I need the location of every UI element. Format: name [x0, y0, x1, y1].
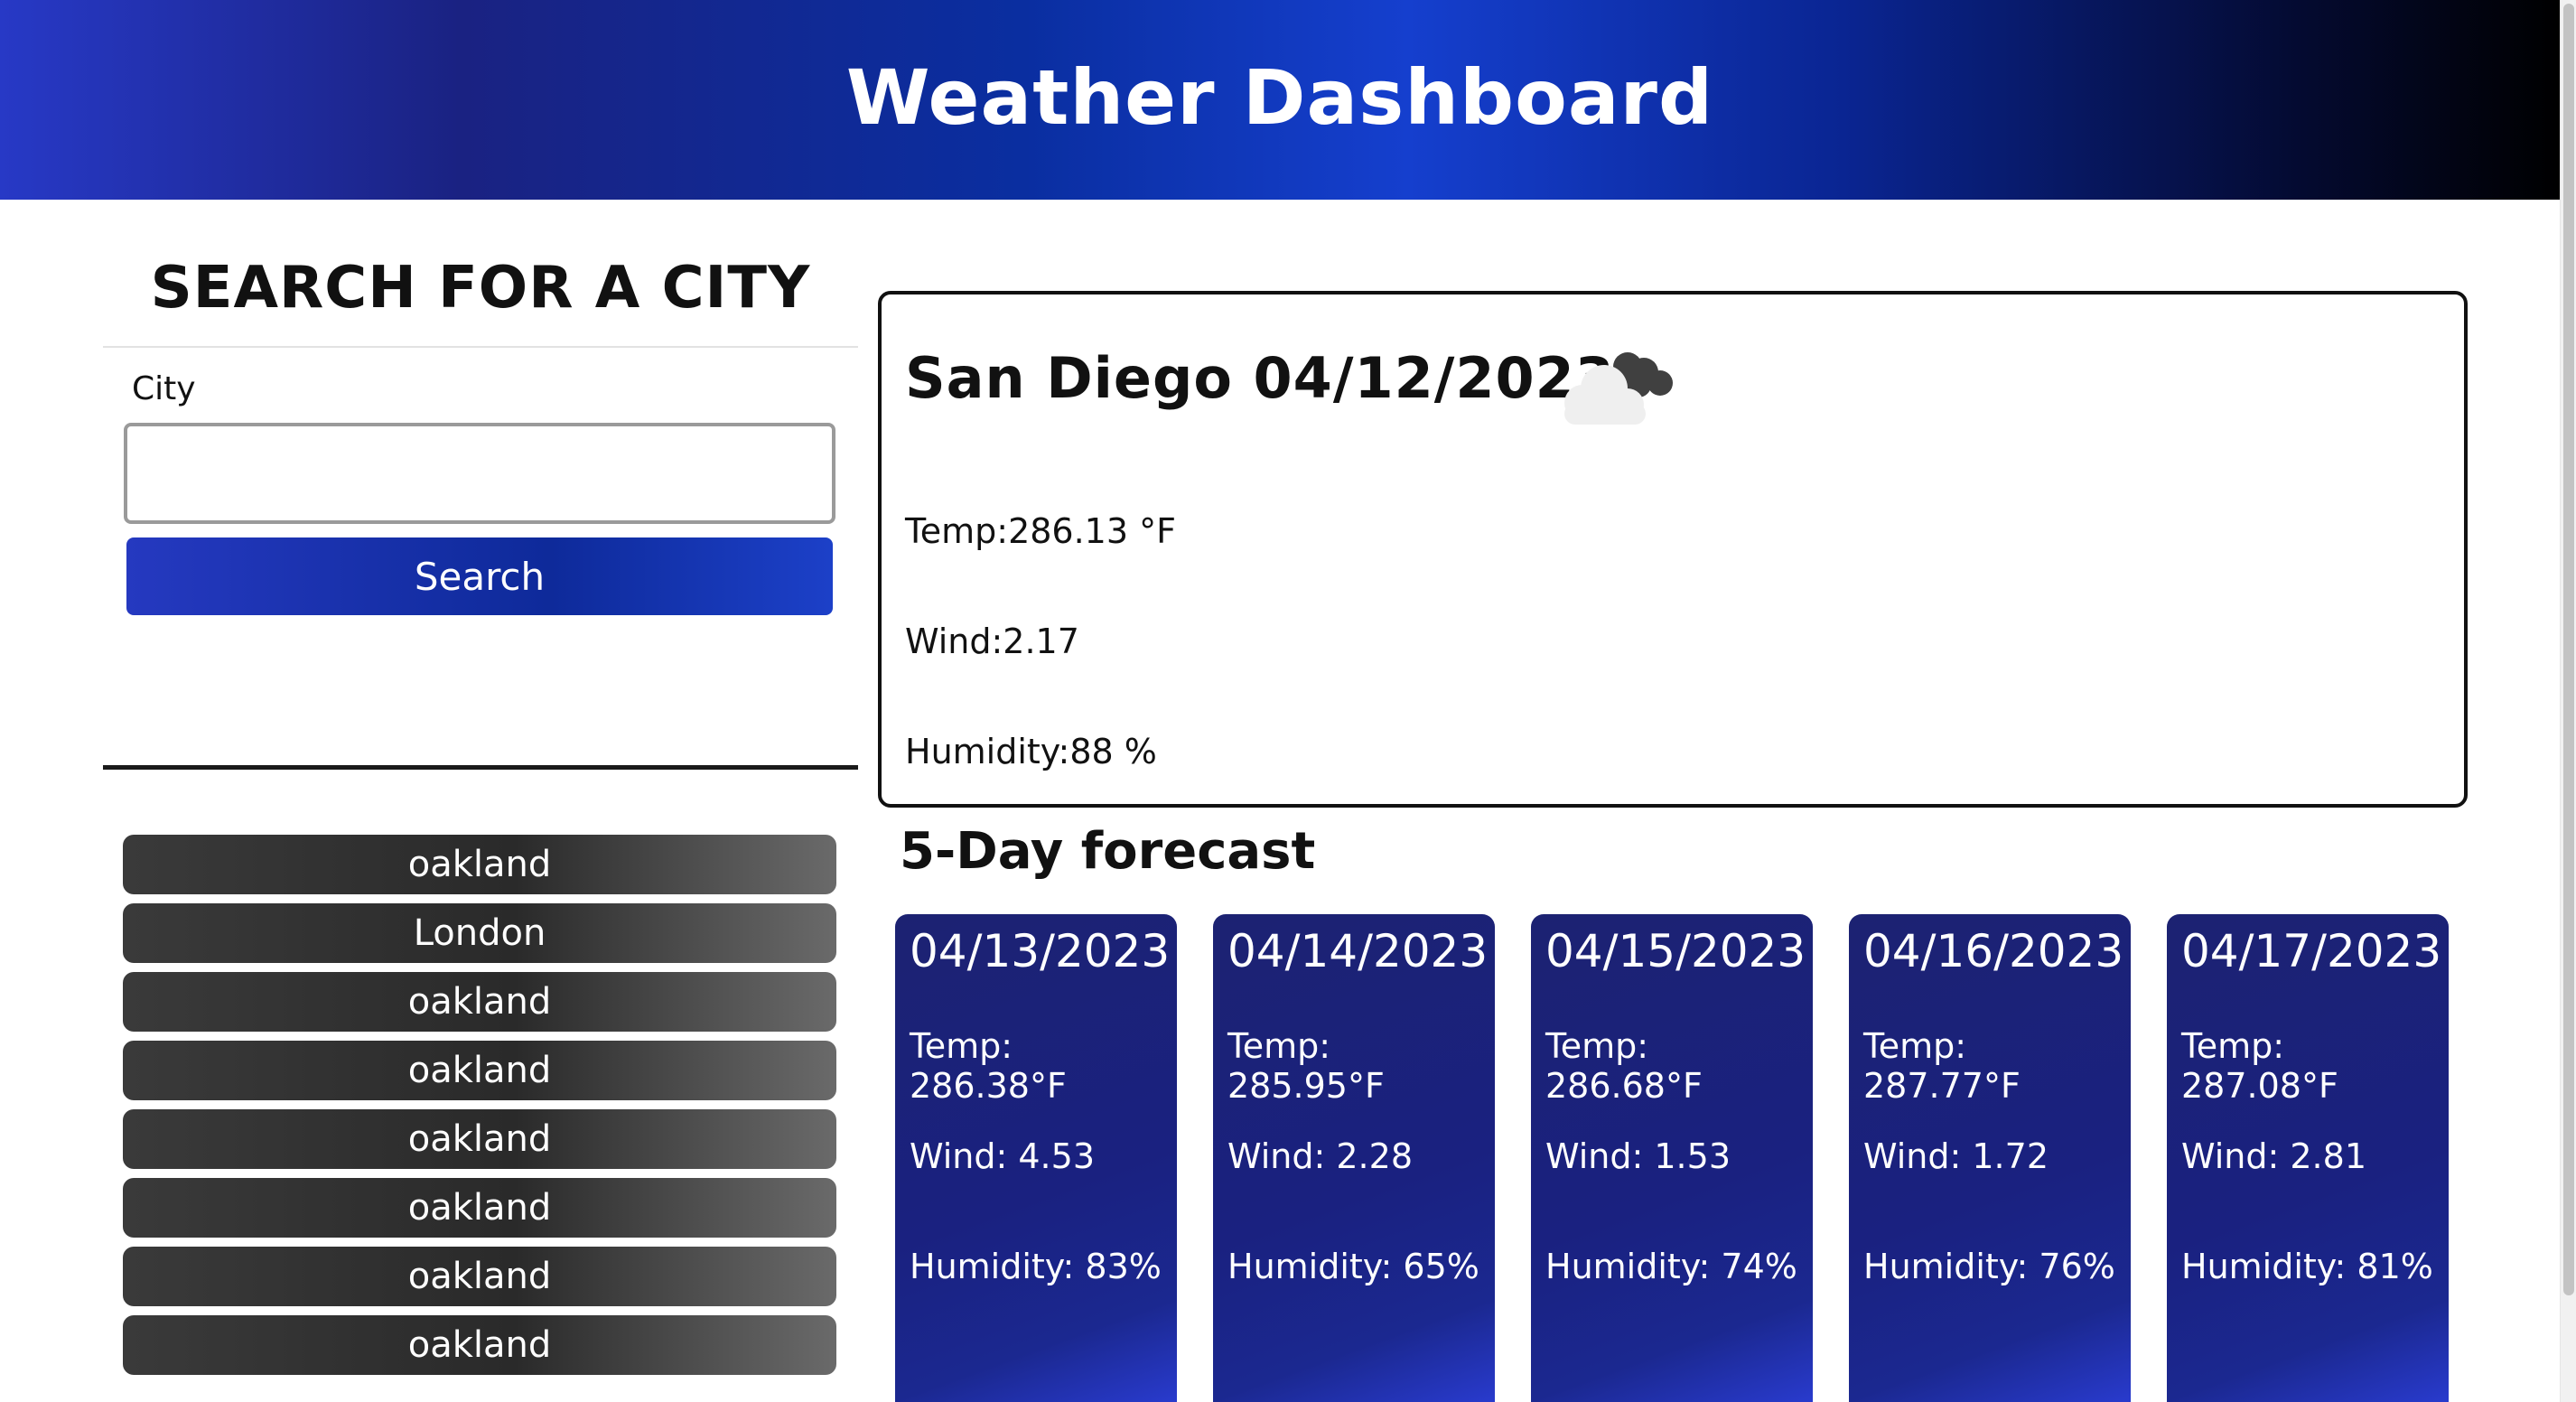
history-button[interactable]: oakland	[123, 1315, 836, 1375]
forecast-temp: Temp: 286.68°F	[1545, 1026, 1703, 1106]
history-button[interactable]: oakland	[123, 1247, 836, 1306]
forecast-date: 04/15/2023	[1545, 925, 1806, 977]
history-button[interactable]: oakland	[123, 835, 836, 894]
page-title: Weather Dashboard	[845, 52, 1714, 142]
forecast-card: 04/17/2023 Temp: 287.08°F Wind: 2.81 Hum…	[2167, 914, 2449, 1402]
forecast-temp: Temp: 287.08°F	[2181, 1026, 2338, 1106]
weather-dashboard-page: Weather Dashboard SEARCH FOR A CITY City…	[0, 0, 2576, 1402]
forecast-wind: Wind: 2.28	[1227, 1136, 1413, 1176]
forecast-card: 04/13/2023 Temp: 286.38°F Wind: 4.53 Hum…	[895, 914, 1177, 1402]
city-input[interactable]	[124, 423, 835, 524]
search-history-list: oakland London oakland oakland oakland o…	[123, 835, 836, 1384]
history-button[interactable]: oakland	[123, 972, 836, 1032]
forecast-card: 04/16/2023 Temp: 287.77°F Wind: 1.72 Hum…	[1849, 914, 2131, 1402]
forecast-date: 04/13/2023	[910, 925, 1171, 977]
current-city-date: San Diego 04/12/2023	[905, 345, 1615, 411]
history-button[interactable]: oakland	[123, 1178, 836, 1238]
current-wind: Wind:2.17	[905, 622, 1079, 661]
forecast-wind: Wind: 4.53	[910, 1136, 1095, 1176]
current-humidity: Humidity:88 %	[905, 732, 1157, 771]
city-label: City	[132, 370, 196, 407]
page-header: Weather Dashboard	[0, 0, 2560, 200]
divider	[103, 346, 858, 348]
search-button[interactable]: Search	[126, 537, 833, 615]
forecast-date: 04/17/2023	[2181, 925, 2442, 977]
divider	[103, 765, 858, 770]
forecast-temp: Temp: 285.95°F	[1227, 1026, 1385, 1106]
forecast-card: 04/14/2023 Temp: 285.95°F Wind: 2.28 Hum…	[1213, 914, 1495, 1402]
current-weather-card: San Diego 04/12/2023 Temp:286.13 °F Wind…	[878, 291, 2468, 808]
forecast-heading: 5-Day forecast	[900, 822, 1316, 881]
forecast-humidity: Humidity: 83%	[910, 1247, 1162, 1286]
forecast-temp: Temp: 287.77°F	[1863, 1026, 2021, 1106]
vertical-scrollbar[interactable]	[2560, 0, 2576, 1402]
current-temp: Temp:286.13 °F	[905, 511, 1176, 551]
forecast-wind: Wind: 1.53	[1545, 1136, 1731, 1176]
history-button[interactable]: London	[123, 903, 836, 963]
history-button[interactable]: oakland	[123, 1109, 836, 1169]
forecast-humidity: Humidity: 74%	[1545, 1247, 1797, 1286]
forecast-temp: Temp: 286.38°F	[910, 1026, 1067, 1106]
scrollbar-thumb[interactable]	[2563, 4, 2574, 1295]
search-heading: SEARCH FOR A CITY	[150, 255, 811, 322]
forecast-card: 04/15/2023 Temp: 286.68°F Wind: 1.53 Hum…	[1531, 914, 1813, 1402]
history-button[interactable]: oakland	[123, 1041, 836, 1100]
forecast-humidity: Humidity: 76%	[1863, 1247, 2115, 1286]
cloudy-icon	[1564, 352, 1673, 425]
forecast-date: 04/14/2023	[1227, 925, 1489, 977]
forecast-date: 04/16/2023	[1863, 925, 2124, 977]
forecast-humidity: Humidity: 81%	[2181, 1247, 2433, 1286]
forecast-wind: Wind: 1.72	[1863, 1136, 2049, 1176]
forecast-wind: Wind: 2.81	[2181, 1136, 2366, 1176]
forecast-humidity: Humidity: 65%	[1227, 1247, 1479, 1286]
